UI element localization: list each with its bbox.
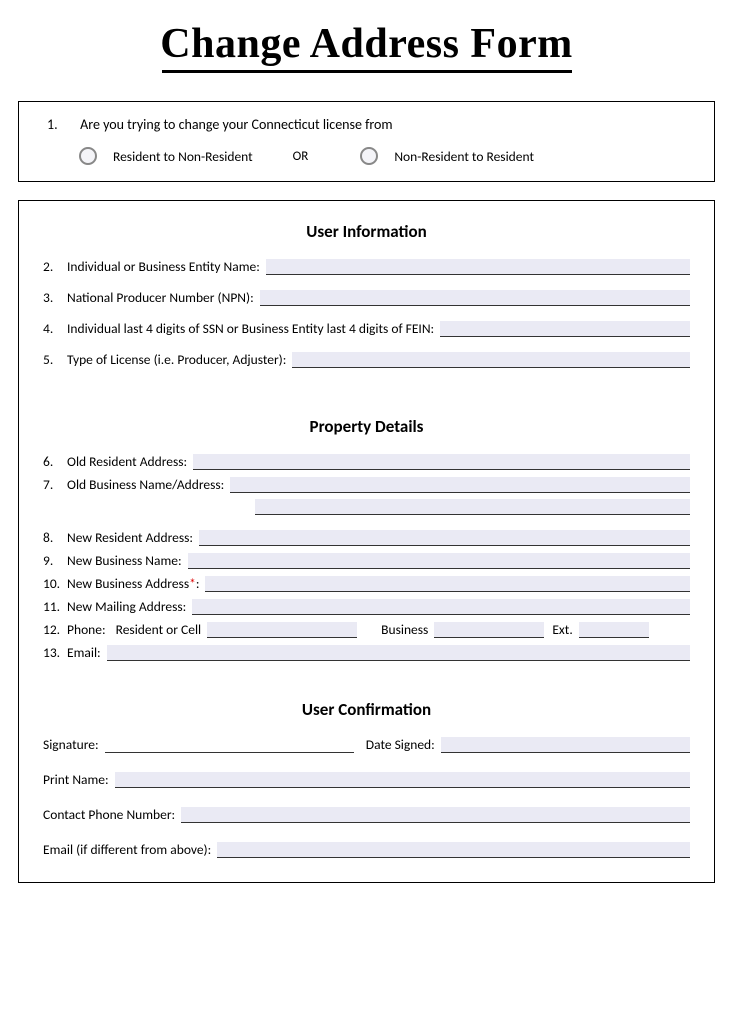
f8-label: New Resident Address: — [67, 529, 193, 546]
f7-num: 7. — [43, 476, 67, 493]
f13-input[interactable] — [107, 645, 690, 661]
f11-input[interactable] — [192, 599, 690, 615]
field-license-type: 5. Type of License (i.e. Producer, Adjus… — [43, 351, 690, 368]
title-underline — [162, 70, 572, 73]
field-email2: Email (if different from above): — [43, 841, 690, 858]
question-1-row: 1. Are you trying to change your Connect… — [47, 116, 686, 133]
field-ssn-fein: 4. Individual last 4 digits of SSN or Bu… — [43, 320, 690, 337]
f12-ext-input[interactable] — [579, 622, 649, 638]
field-entity-name: 2. Individual or Business Entity Name: — [43, 258, 690, 275]
date-signed-input[interactable] — [441, 737, 690, 753]
f9-num: 9. — [43, 552, 67, 569]
contact-phone-input[interactable] — [181, 807, 690, 823]
f3-input[interactable] — [260, 290, 690, 306]
f12-label: Phone: — [67, 621, 106, 638]
contact-phone-label: Contact Phone Number: — [43, 806, 175, 823]
f11-num: 11. — [43, 598, 67, 615]
field-new-business-name: 9. New Business Name: — [43, 552, 690, 569]
f10-label: New Business Address*: — [67, 575, 199, 592]
f7-input-line2[interactable] — [255, 499, 690, 515]
signature-input[interactable] — [105, 737, 354, 753]
f9-label: New Business Name: — [67, 552, 182, 569]
f12-sub1: Resident or Cell — [116, 621, 202, 638]
print-name-label: Print Name: — [43, 771, 109, 788]
f7-input-line1[interactable] — [230, 477, 690, 493]
f5-input[interactable] — [292, 352, 690, 368]
email2-input[interactable] — [217, 842, 690, 858]
opt2-label: Non-Resident to Resident — [394, 148, 534, 165]
f6-label: Old Resident Address: — [67, 453, 187, 470]
signature-label: Signature: — [43, 736, 99, 753]
f13-num: 13. — [43, 644, 67, 661]
question-1-box: 1. Are you trying to change your Connect… — [18, 101, 715, 182]
f4-num: 4. — [43, 320, 67, 337]
field-npn: 3. National Producer Number (NPN): — [43, 289, 690, 306]
required-asterisk: * — [189, 575, 196, 592]
f6-input[interactable] — [193, 454, 690, 470]
f6-num: 6. — [43, 453, 67, 470]
f12-sub2: Business — [381, 621, 428, 638]
radio-nonresident-to-resident[interactable] — [360, 147, 378, 165]
field-contact-phone: Contact Phone Number: — [43, 806, 690, 823]
property-heading: Property Details — [43, 416, 690, 437]
q1-options: Resident to Non-Resident OR Non-Resident… — [47, 147, 686, 165]
form-title: Change Address Form — [18, 20, 715, 68]
f10-input[interactable] — [205, 576, 690, 592]
f8-input[interactable] — [199, 530, 690, 546]
print-name-input[interactable] — [115, 772, 690, 788]
field-new-mailing-address: 11. New Mailing Address: — [43, 598, 690, 615]
radio-resident-to-nonresident[interactable] — [79, 147, 97, 165]
q1-number: 1. — [47, 116, 77, 133]
f8-num: 8. — [43, 529, 67, 546]
field-phone: 12. Phone: Resident or Cell Business Ext… — [43, 621, 690, 638]
f2-input[interactable] — [266, 259, 690, 275]
f12-sub3: Ext. — [552, 621, 572, 638]
f2-label: Individual or Business Entity Name: — [67, 258, 260, 275]
f5-num: 5. — [43, 351, 67, 368]
f13-label: Email: — [67, 644, 101, 661]
f12-num: 12. — [43, 621, 67, 638]
field-old-business-cont — [43, 499, 690, 515]
field-old-resident-address: 6. Old Resident Address: — [43, 453, 690, 470]
field-new-resident-address: 8. New Resident Address: — [43, 529, 690, 546]
q1-text: Are you trying to change your Connecticu… — [80, 116, 392, 133]
field-old-business: 7. Old Business Name/Address: — [43, 476, 690, 493]
f7-label: Old Business Name/Address: — [67, 476, 224, 493]
f12-business-input[interactable] — [434, 622, 544, 638]
f4-input[interactable] — [440, 321, 690, 337]
confirmation-heading: User Confirmation — [43, 699, 690, 720]
f5-label: Type of License (i.e. Producer, Adjuster… — [67, 351, 286, 368]
or-label: OR — [293, 149, 309, 164]
date-signed-label: Date Signed: — [366, 736, 435, 753]
field-signature-date: Signature: Date Signed: — [43, 736, 690, 753]
f12-resident-cell-input[interactable] — [207, 622, 357, 638]
field-email: 13. Email: — [43, 644, 690, 661]
user-info-heading: User Information — [43, 221, 690, 242]
f11-label: New Mailing Address: — [67, 598, 186, 615]
f9-input[interactable] — [188, 553, 690, 569]
field-print-name: Print Name: — [43, 771, 690, 788]
field-new-business-address: 10. New Business Address*: — [43, 575, 690, 592]
opt1-label: Resident to Non-Resident — [113, 148, 253, 165]
f2-num: 2. — [43, 258, 67, 275]
f10-num: 10. — [43, 575, 67, 592]
f4-label: Individual last 4 digits of SSN or Busin… — [67, 320, 434, 337]
f3-label: National Producer Number (NPN): — [67, 289, 254, 306]
email2-label: Email (if different from above): — [43, 841, 211, 858]
main-form-box: User Information 2. Individual or Busine… — [18, 200, 715, 883]
f3-num: 3. — [43, 289, 67, 306]
